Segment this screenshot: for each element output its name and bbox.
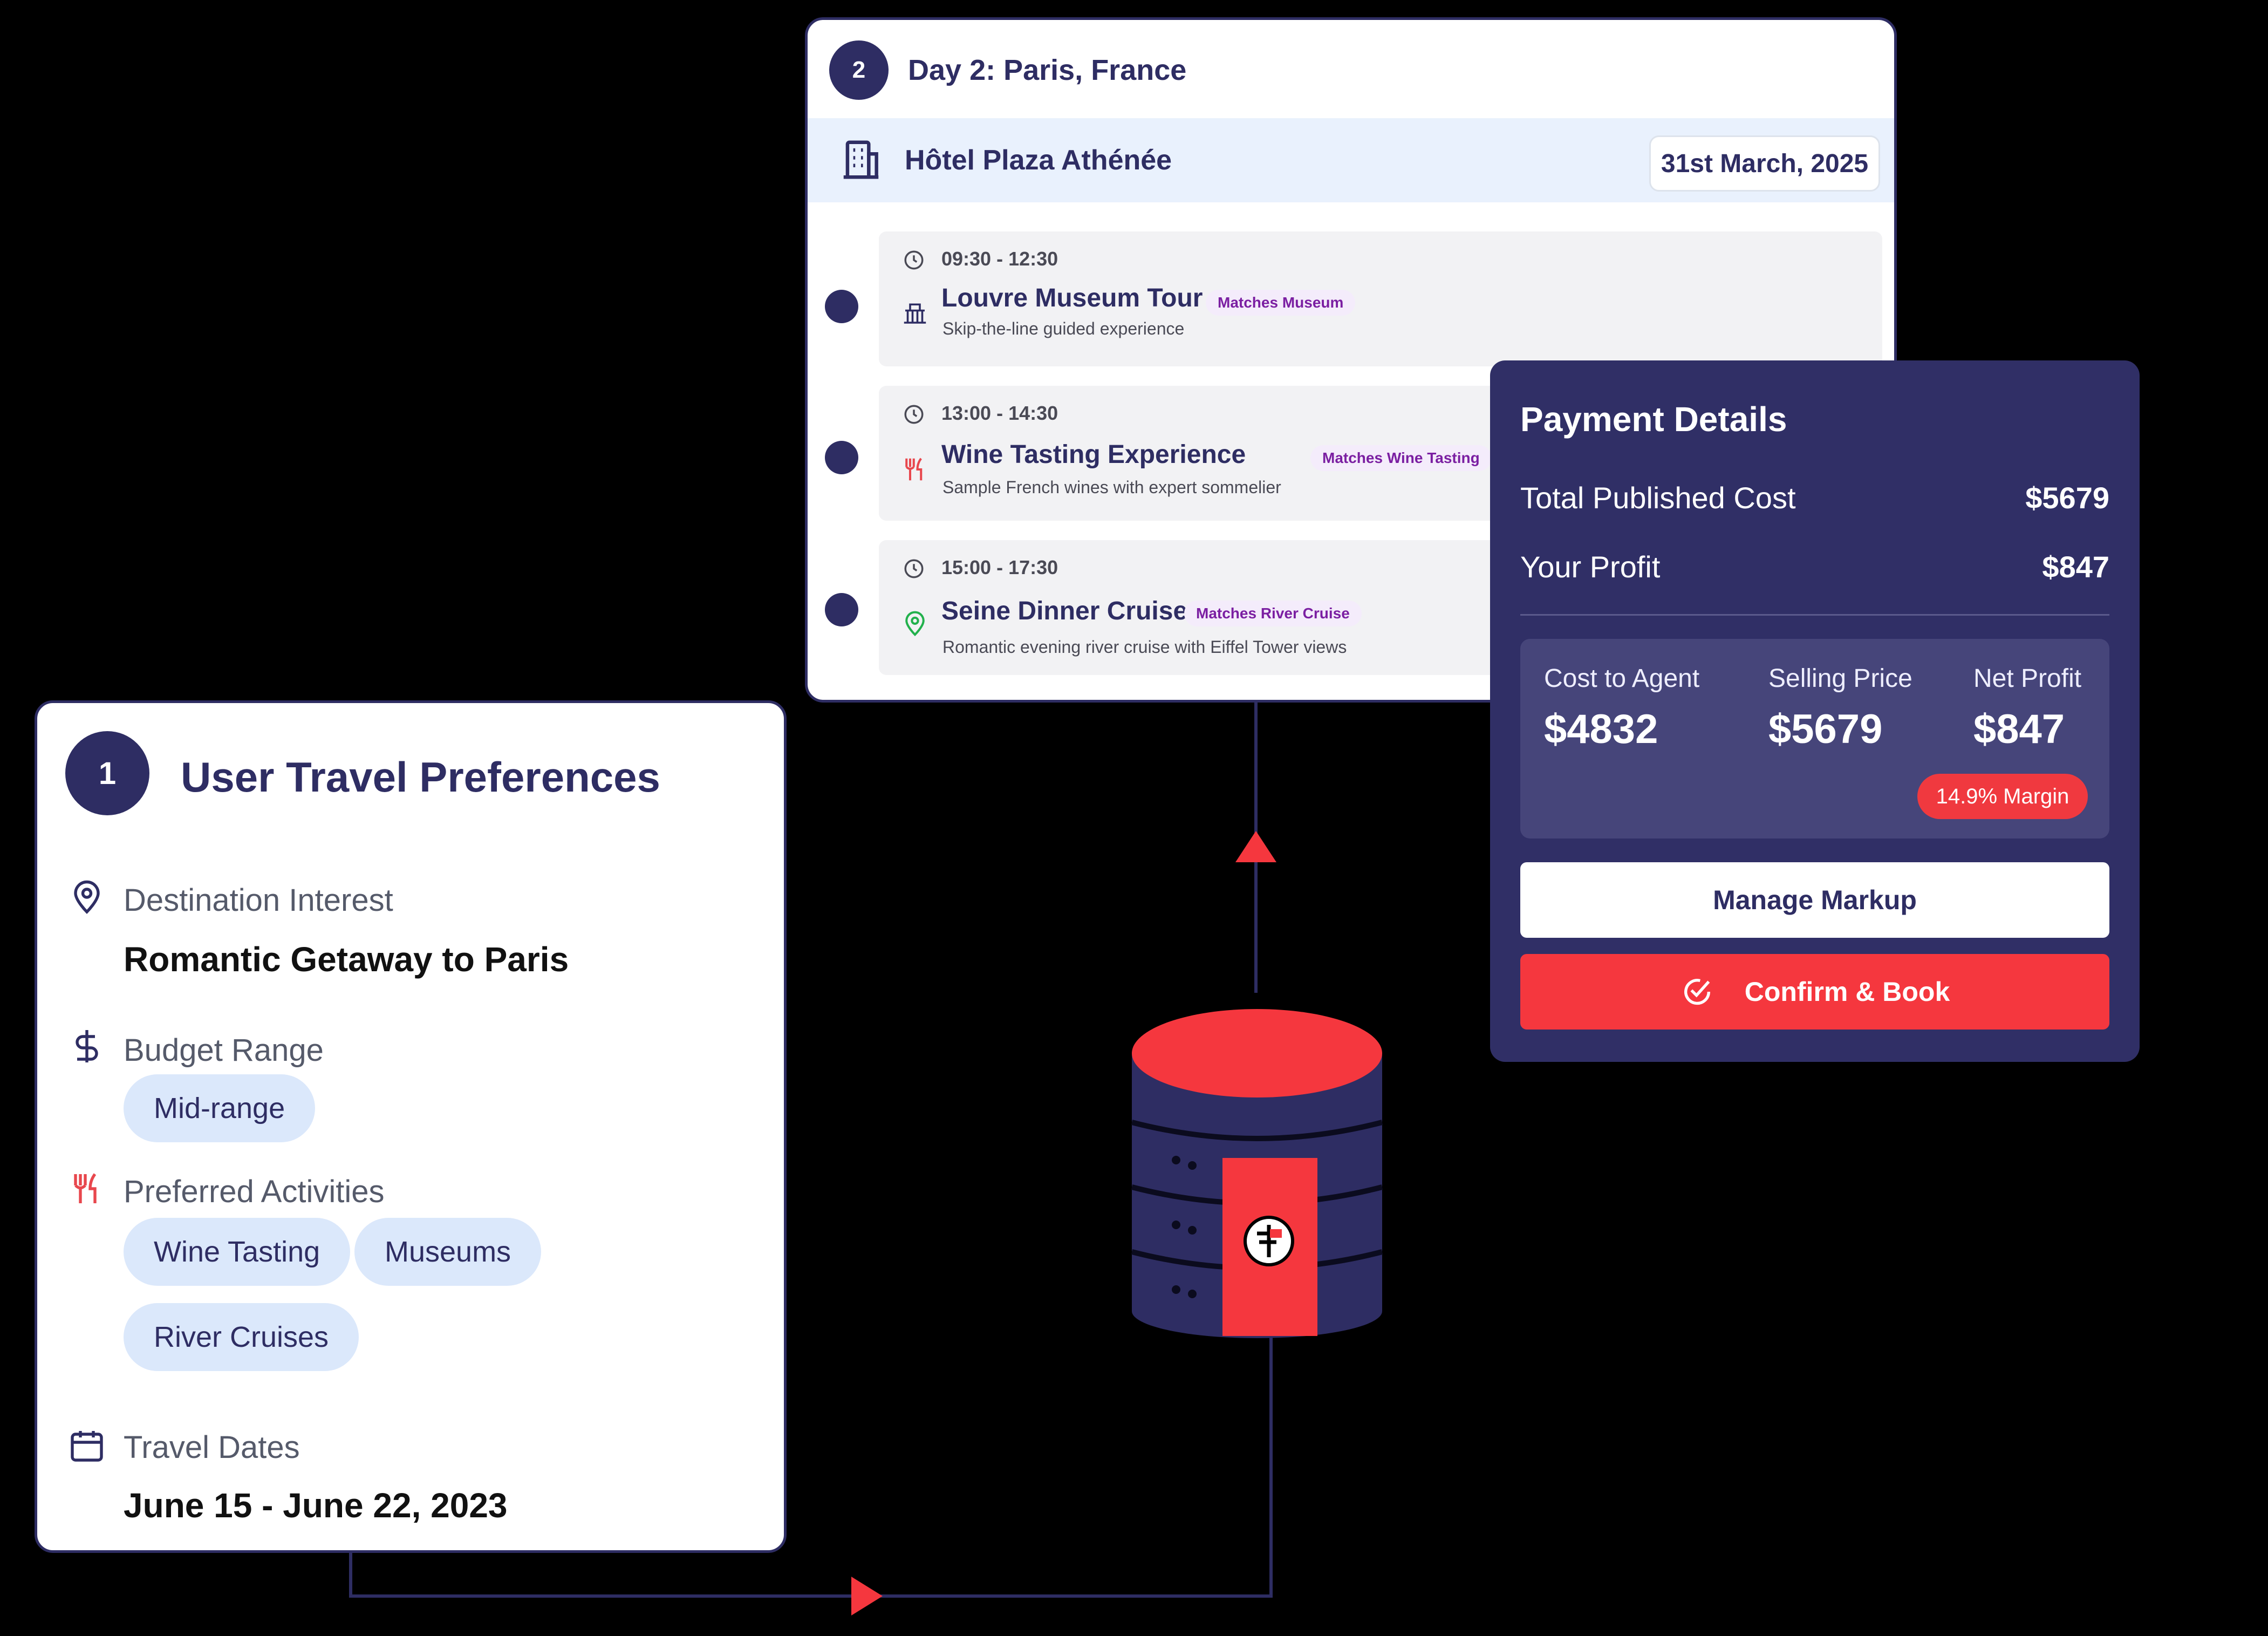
dollar-icon: [76, 1030, 98, 1062]
destination-value: Romantic Getaway to Paris: [124, 940, 569, 979]
timeline-dot: [825, 290, 858, 323]
selling-price-label: Selling Price: [1768, 664, 1912, 693]
database-icon: [1131, 1009, 1383, 1338]
activities-label: Preferred Activities: [124, 1174, 385, 1209]
net-profit-label: Net Profit: [1973, 664, 2082, 693]
manage-markup-button[interactable]: Manage Markup: [1520, 862, 2109, 938]
profit-label: Your Profit: [1520, 550, 1661, 584]
destination-label: Destination Interest: [124, 883, 393, 918]
payment-details-card: Payment Details Total Published Cost $56…: [1490, 360, 2140, 1062]
map-pin-icon: [74, 880, 100, 914]
activity-description: Sample French wines with expert sommelie…: [942, 478, 1281, 497]
hotel-bar[interactable]: Hôtel Plaza Athénée 31st March, 2025: [808, 118, 1894, 202]
clock-icon: [904, 405, 924, 424]
dates-label: Travel Dates: [124, 1430, 300, 1465]
budget-chip[interactable]: Mid-range: [124, 1074, 316, 1142]
budget-label: Budget Range: [124, 1033, 324, 1068]
arrow-right-icon: [851, 1577, 883, 1615]
map-pin-icon: [905, 611, 925, 637]
total-cost-value: $5679: [2025, 481, 2109, 515]
calendar-icon: [71, 1431, 103, 1462]
match-badge: Matches Museum: [1206, 290, 1356, 316]
match-badge: Matches Wine Tasting: [1310, 445, 1492, 471]
margin-badge: 14.9% Margin: [1917, 774, 2088, 819]
travel-preferences-card: 1 User Travel Preferences Destination In…: [35, 700, 787, 1553]
activity-title: Louvre Museum Tour: [941, 284, 1203, 312]
day-number-badge: 2: [829, 40, 889, 100]
clock-icon: [904, 559, 924, 578]
building-icon: [843, 140, 879, 179]
activity-title: Seine Dinner Cruise: [941, 597, 1188, 625]
check-circle-icon: [1684, 979, 1710, 1005]
selling-price-value: $5679: [1768, 706, 1883, 752]
hotel-name: Hôtel Plaza Athénée: [905, 145, 1172, 176]
arrow-up-icon: [1235, 831, 1276, 862]
museum-icon: [904, 303, 926, 324]
dates-value: June 15 - June 22, 2023: [124, 1486, 508, 1525]
utensils-icon: [905, 458, 923, 481]
confirm-book-label: Confirm & Book: [1744, 977, 1950, 1007]
activity-chip[interactable]: River Cruises: [124, 1303, 359, 1371]
cost-to-agent-label: Cost to Agent: [1544, 664, 1700, 693]
activity-time: 13:00 - 14:30: [941, 402, 1058, 424]
total-cost-label: Total Published Cost: [1520, 481, 1796, 515]
payment-title: Payment Details: [1520, 400, 1787, 439]
match-badge: Matches River Cruise: [1184, 601, 1362, 626]
timeline-dot: [825, 593, 858, 626]
preferences-title: User Travel Preferences: [181, 753, 660, 801]
activity-card[interactable]: 09:30 - 12:30 Louvre Museum Tour Matches…: [879, 231, 1882, 366]
clock-icon: [904, 250, 924, 270]
activity-time: 09:30 - 12:30: [941, 248, 1058, 270]
activity-time: 15:00 - 17:30: [941, 556, 1058, 578]
timeline-dot: [825, 441, 858, 474]
date-badge: 31st March, 2025: [1649, 135, 1880, 192]
step-number-badge: 1: [65, 731, 149, 815]
profit-value: $847: [2042, 550, 2109, 584]
net-profit-value: $847: [1973, 706, 2065, 752]
day-title: Day 2: Paris, France: [908, 54, 1187, 86]
pricing-summary-box: Cost to Agent $4832 Selling Price $5679 …: [1520, 639, 2109, 839]
activity-description: Skip-the-line guided experience: [942, 319, 1185, 338]
confirm-book-button[interactable]: Confirm & Book: [1520, 954, 2109, 1030]
divider: [1520, 614, 2109, 616]
activity-chip[interactable]: Wine Tasting: [124, 1218, 351, 1286]
activity-chip[interactable]: Museums: [354, 1218, 542, 1286]
cost-to-agent-value: $4832: [1544, 706, 1658, 752]
activity-title: Wine Tasting Experience: [941, 440, 1246, 469]
utensils-icon: [74, 1173, 97, 1203]
activity-description: Romantic evening river cruise with Eiffe…: [942, 637, 1347, 657]
